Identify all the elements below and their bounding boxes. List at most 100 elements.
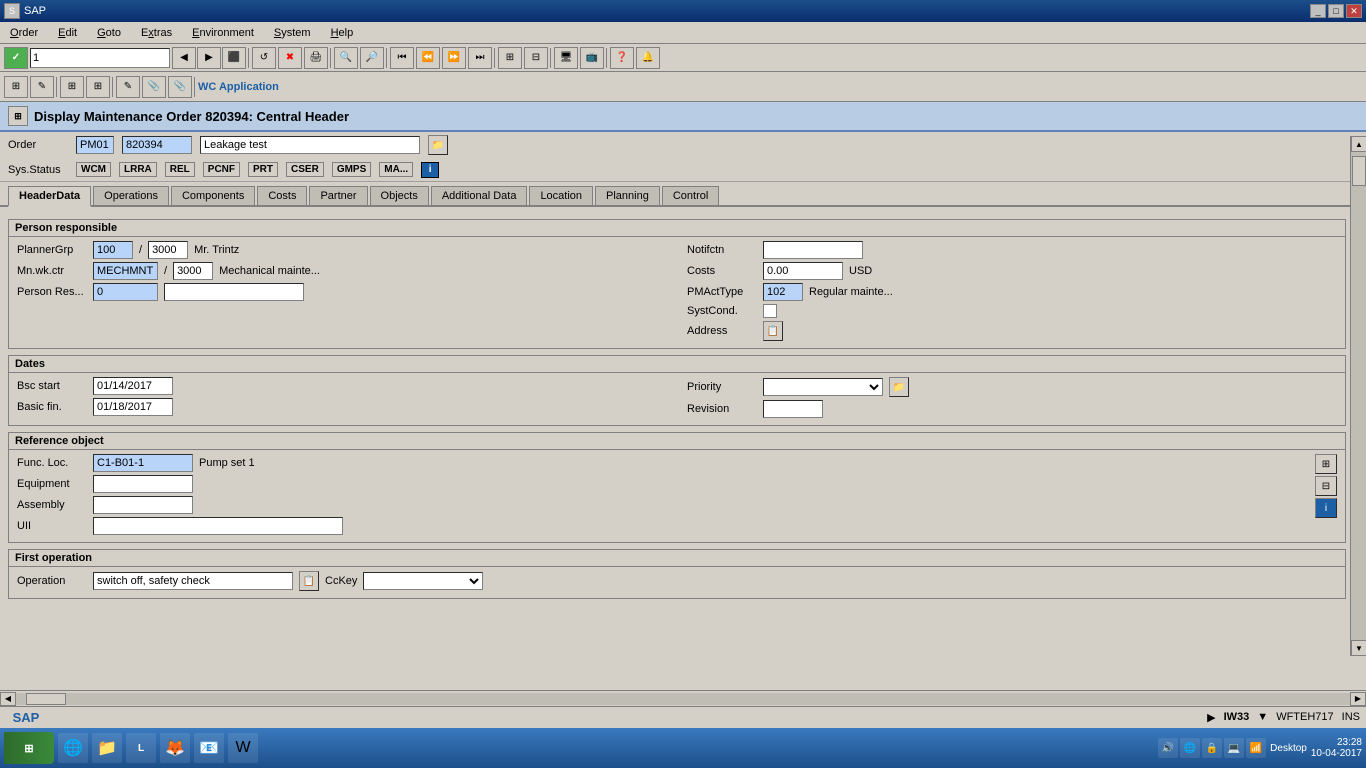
bsc-start-input[interactable] [93,377,173,395]
scroll-thumb-vert[interactable] [1352,156,1366,186]
last-page-btn[interactable]: ⏭ [468,47,492,69]
nav-back-btn[interactable]: ◀ [172,47,196,69]
prev-page-btn[interactable]: ⏪ [416,47,440,69]
tray-icon5[interactable]: 📶 [1246,738,1266,758]
app-btn6[interactable]: 📎 [142,76,166,98]
app-btn5[interactable]: ✎ [116,76,140,98]
taskbar-word-icon[interactable]: W [228,733,258,763]
func-loc-input[interactable] [93,454,193,472]
help-btn[interactable]: ❓ [610,47,634,69]
close-button[interactable]: ✕ [1346,4,1362,18]
tab-header-data[interactable]: HeaderData [8,186,91,207]
tab-components[interactable]: Components [171,186,255,205]
app-btn1[interactable]: ⊞ [4,76,28,98]
planner-grp-input2[interactable] [148,241,188,259]
app-btn3[interactable]: ⊞ [60,76,84,98]
tab-operations[interactable]: Operations [93,186,169,205]
equipment-action-btn[interactable]: ⊟ [1315,476,1337,496]
notifctn-input[interactable] [763,241,863,259]
syst-cond-checkbox[interactable] [763,304,777,318]
maximize-button[interactable]: □ [1328,4,1344,18]
print-btn[interactable]: 🖨 [304,47,328,69]
status-info-btn[interactable]: i [421,162,439,178]
app-btn4[interactable]: ⊞ [86,76,110,98]
dates-folder-btn[interactable]: 📁 [889,377,909,397]
confirm-btn[interactable]: ✓ [4,47,28,69]
scroll-down-btn[interactable]: ▼ [1351,640,1366,656]
cckey-dropdown[interactable] [363,572,483,590]
tab-partner[interactable]: Partner [309,186,367,205]
pmact-type-input[interactable] [763,283,803,301]
tab-costs[interactable]: Costs [257,186,307,205]
next-page-btn[interactable]: ⏩ [442,47,466,69]
order-folder-btn[interactable]: 📁 [428,135,448,155]
assembly-input[interactable] [93,496,193,514]
menu-help[interactable]: Help [325,25,360,41]
person-res-input2[interactable] [164,283,304,301]
mn-wk-ctr-input2[interactable] [173,262,213,280]
screen-btn[interactable]: 🖥 [554,47,578,69]
scroll-up-btn[interactable]: ▲ [1351,136,1366,152]
order-description-input[interactable] [200,136,420,154]
menu-goto[interactable]: Goto [91,25,127,41]
mn-wk-ctr-input1[interactable] [93,262,158,280]
tray-icon4[interactable]: 💻 [1224,738,1244,758]
costs-input[interactable] [763,262,843,280]
taskbar-folder-icon[interactable]: 📁 [92,733,122,763]
nav-forward-btn[interactable]: ▶ [197,47,221,69]
operation-input[interactable] [93,572,293,590]
tab-objects[interactable]: Objects [370,186,429,205]
revision-input[interactable] [763,400,823,418]
right-scrollbar[interactable]: ▲ ▼ [1350,136,1366,656]
operation-detail-btn[interactable]: 📋 [299,571,319,591]
taskbar-outlook-icon[interactable]: 📧 [194,733,224,763]
cancel-btn[interactable]: ✖ [278,47,302,69]
planner-grp-input1[interactable] [93,241,133,259]
find-btn[interactable]: 🔍 [334,47,358,69]
menu-environment[interactable]: Environment [186,25,260,41]
menu-extras[interactable]: Extras [135,25,178,41]
h-scrollbar[interactable]: ◀ ▶ [0,690,1366,706]
scroll-right-btn[interactable]: ▶ [1350,692,1366,706]
scroll-left-btn[interactable]: ◀ [0,692,16,706]
taskbar-ie-icon[interactable]: 🌐 [58,733,88,763]
find-next-btn[interactable]: 🔎 [360,47,384,69]
menu-edit[interactable]: Edit [52,25,83,41]
first-page-btn[interactable]: ⏮ [390,47,414,69]
equipment-input[interactable] [93,475,193,493]
start-button[interactable]: ⊞ [4,732,54,764]
nav-history-btn[interactable]: ⬛ [222,47,246,69]
sap-session-dropdown[interactable]: ▼ [1257,711,1268,724]
address-btn[interactable]: 📋 [763,321,783,341]
tray-icon3[interactable]: 🔒 [1202,738,1222,758]
grid2-btn[interactable]: ⊟ [524,47,548,69]
scroll-track-vert[interactable] [1351,152,1366,640]
tab-planning[interactable]: Planning [595,186,660,205]
app-btn7[interactable]: 📎 [168,76,192,98]
screen2-btn[interactable]: 📺 [580,47,604,69]
command-input[interactable] [30,48,170,68]
scroll-track[interactable] [16,693,1350,705]
tray-icon2[interactable]: 🌐 [1180,738,1200,758]
taskbar-firefox-icon[interactable]: 🦊 [160,733,190,763]
grid-btn[interactable]: ⊞ [498,47,522,69]
customize-btn[interactable]: 🔔 [636,47,660,69]
tab-additional-data[interactable]: Additional Data [431,186,528,205]
app-btn2[interactable]: ✎ [30,76,54,98]
priority-dropdown[interactable] [763,378,883,396]
scroll-thumb[interactable] [26,693,66,705]
func-loc-action-btn[interactable]: ⊞ [1315,454,1337,474]
tab-location[interactable]: Location [529,186,593,205]
uii-input[interactable] [93,517,343,535]
tray-icon1[interactable]: 🔊 [1158,738,1178,758]
tab-control[interactable]: Control [662,186,719,205]
refresh-btn[interactable]: ↺ [252,47,276,69]
minimize-button[interactable]: _ [1310,4,1326,18]
menu-system[interactable]: System [268,25,317,41]
order-number-input[interactable] [122,136,192,154]
menu-order[interactable]: Order [4,25,44,41]
basic-fin-input[interactable] [93,398,173,416]
info-action-btn[interactable]: i [1315,498,1337,518]
taskbar-lenovo-icon[interactable]: L [126,733,156,763]
order-type-input[interactable] [76,136,114,154]
